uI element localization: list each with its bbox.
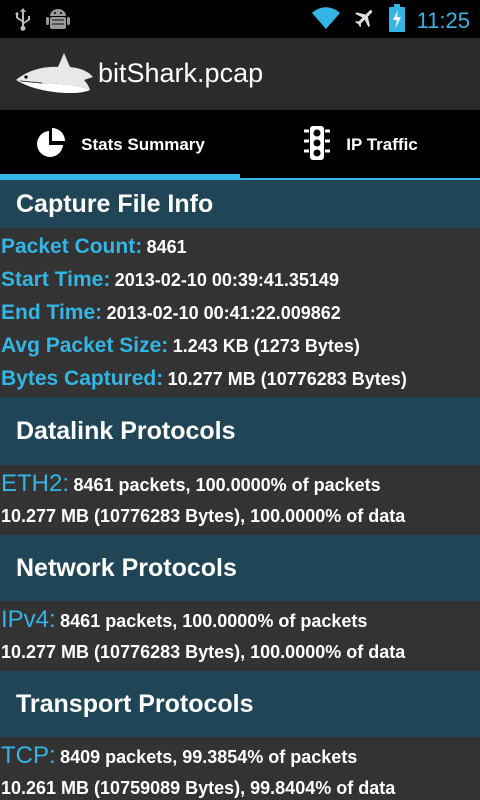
stat-label: Packet Count: <box>1 235 143 258</box>
stat-value: 8461 <box>146 237 187 257</box>
protocol-packets: 8461 packets, 100.0000% of packets <box>73 475 381 495</box>
protocol-packets: 8461 packets, 100.0000% of packets <box>60 611 368 631</box>
section-header-transport-protocols: Transport Protocols <box>0 671 480 737</box>
shark-logo-icon[interactable] <box>14 50 94 101</box>
airplane-icon <box>353 6 377 35</box>
stat-label: Bytes Captured: <box>1 367 164 390</box>
stat-label: End Time: <box>1 301 103 324</box>
stat-label: Avg Packet Size: <box>1 334 169 357</box>
section-header-datalink-protocols: Datalink Protocols <box>0 397 480 465</box>
status-bar: 11:25 <box>0 0 480 38</box>
stat-row-bytes-captured: Bytes Captured: 10.277 MB (10776283 Byte… <box>0 362 480 395</box>
stat-row-start-time: Start Time: 2013-02-10 00:39:41.35149 <box>0 263 480 296</box>
android-debug-icon <box>46 6 70 37</box>
protocol-data: 10.261 MB (10759089 Bytes), 99.8404% of … <box>1 778 396 798</box>
tab-label: Stats Summary <box>81 135 205 154</box>
protocol-data: 10.277 MB (10776283 Bytes), 100.0000% of… <box>1 642 406 662</box>
protocol-label: ETH2: <box>1 470 70 497</box>
stat-row-end-time: End Time: 2013-02-10 00:41:22.009862 <box>0 296 480 329</box>
battery-charging-icon <box>388 4 405 37</box>
section-header-network-protocols: Network Protocols <box>0 535 480 601</box>
tab-ip-traffic[interactable]: IP Traffic <box>240 110 480 180</box>
stat-value: 2013-02-10 00:39:41.35149 <box>114 270 339 290</box>
stat-label: Start Time: <box>1 268 111 291</box>
protocol-data-row-ipv4: 10.277 MB (10776283 Bytes), 100.0000% of… <box>0 636 480 669</box>
status-clock: 11:25 <box>416 7 470 33</box>
protocol-data-row-eth2: 10.277 MB (10776283 Bytes), 100.0000% of… <box>0 500 480 533</box>
app-title: bitShark.pcap <box>98 58 264 88</box>
action-bar: bitShark.pcap <box>0 38 480 110</box>
stats-content[interactable]: Capture File Info Packet Count: 8461 Sta… <box>0 180 480 800</box>
section-header-capture-file-info: Capture File Info <box>0 180 480 228</box>
transport-protocols-body: TCP: 8409 packets, 99.3854% of packets 1… <box>0 737 480 800</box>
stat-row-packet-count: Packet Count: 8461 <box>0 230 480 263</box>
tab-stats-summary[interactable]: Stats Summary <box>0 110 240 180</box>
protocol-data-row-tcp: 10.261 MB (10759089 Bytes), 99.8404% of … <box>0 772 480 800</box>
stat-value: 1.243 KB (1273 Bytes) <box>172 336 360 356</box>
usb-icon <box>14 7 32 36</box>
traffic-light-icon <box>302 125 332 166</box>
tab-label: IP Traffic <box>346 135 418 154</box>
stat-value: 10.277 MB (10776283 Bytes) <box>167 369 407 389</box>
datalink-protocols-body: ETH2: 8461 packets, 100.0000% of packets… <box>0 465 480 535</box>
pie-chart-icon <box>35 127 67 164</box>
stat-row-avg-packet-size: Avg Packet Size: 1.243 KB (1273 Bytes) <box>0 329 480 362</box>
protocol-packets: 8409 packets, 99.3854% of packets <box>60 747 358 767</box>
tab-bar: Stats Summary IP Traffic <box>0 110 480 180</box>
capture-file-info-body: Packet Count: 8461 Start Time: 2013-02-1… <box>0 228 480 397</box>
protocol-label: TCP: <box>1 742 56 769</box>
stat-value: 2013-02-10 00:41:22.009862 <box>106 303 341 323</box>
protocol-label: IPv4: <box>1 606 56 633</box>
protocol-row-tcp: TCP: 8409 packets, 99.3854% of packets <box>0 739 480 772</box>
protocol-row-ipv4: IPv4: 8461 packets, 100.0000% of packets <box>0 603 480 636</box>
protocol-data: 10.277 MB (10776283 Bytes), 100.0000% of… <box>1 506 406 526</box>
protocol-row-eth2: ETH2: 8461 packets, 100.0000% of packets <box>0 467 480 500</box>
network-protocols-body: IPv4: 8461 packets, 100.0000% of packets… <box>0 601 480 671</box>
wifi-icon <box>311 5 341 36</box>
